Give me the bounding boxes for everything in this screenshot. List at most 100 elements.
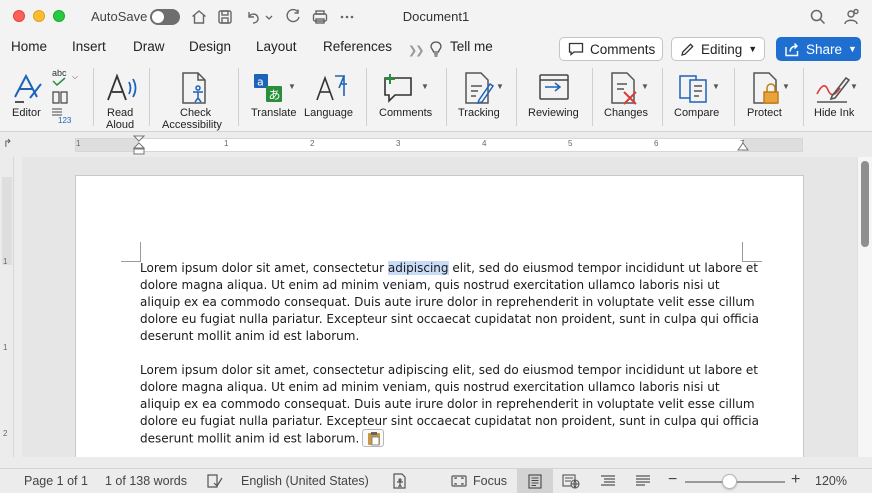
close-window-button[interactable] [13, 10, 25, 22]
zoom-out-button[interactable]: − [668, 471, 677, 489]
protect-group[interactable]: ▼ Protect [744, 66, 796, 128]
more-tabs-chevron-icon[interactable]: ❯❯ [408, 44, 425, 57]
chevron-down-icon[interactable]: ▼ [496, 82, 504, 91]
ribbon-separator [149, 68, 150, 126]
print-layout-view-button[interactable] [517, 469, 553, 493]
tab-insert[interactable]: Insert [72, 39, 106, 54]
vertical-scrollbar[interactable] [857, 157, 872, 457]
undo-dropdown-chevron-icon[interactable] [263, 7, 275, 27]
maximize-window-button[interactable] [53, 10, 65, 22]
tell-me-search[interactable]: Tell me [450, 39, 493, 54]
reviewing-label: Reviewing [528, 107, 579, 119]
selected-text[interactable]: adipiscing [387, 261, 449, 275]
vertical-ruler[interactable]: 1 1 2 [0, 157, 14, 457]
tab-draw[interactable]: Draw [133, 39, 165, 54]
read-aloud-group[interactable]: Read Aloud [100, 66, 144, 131]
chevron-down-icon: ▼ [848, 44, 857, 54]
horizontal-ruler[interactable]: ↱ 1 1 2 3 4 5 6 7 [0, 133, 872, 157]
indent-marker-icon[interactable] [133, 135, 145, 155]
save-icon[interactable] [215, 7, 235, 27]
text-line: dolore eu fugiat nulla pariatur. Excepte… [140, 414, 759, 428]
changes-group[interactable]: ▼ Changes [602, 66, 654, 128]
word-count[interactable]: 1 of 138 words [105, 474, 187, 488]
lightbulb-icon [430, 41, 442, 57]
tab-references[interactable]: References [323, 39, 392, 54]
paste-options-button[interactable] [362, 429, 385, 447]
zoom-slider-thumb[interactable] [721, 474, 737, 489]
comments-ribbon-group[interactable]: ▼ Comments [376, 66, 436, 128]
autosave-toggle[interactable] [150, 9, 180, 25]
reviewing-group[interactable]: Reviewing [526, 66, 582, 128]
text-line: Lorem ipsum dolor sit amet, consectetur … [140, 363, 758, 377]
hide-ink-icon [816, 76, 850, 103]
paragraph[interactable]: Lorem ipsum dolor sit amet, consectetur … [140, 260, 759, 345]
check-accessibility-group[interactable]: Check Accessibility [160, 66, 228, 131]
undo-icon[interactable] [243, 7, 263, 27]
read-aloud-label-line1: Read [107, 107, 134, 119]
ruler-number: 5 [568, 139, 573, 148]
ruler-number: 2 [310, 139, 315, 148]
tab-layout[interactable]: Layout [256, 39, 297, 54]
compare-group[interactable]: ▼ Compare [672, 66, 726, 128]
ruler-bar[interactable]: 1 1 2 3 4 5 6 7 [75, 138, 803, 152]
chevron-down-icon[interactable]: ▼ [641, 82, 649, 91]
language-status[interactable]: English (United States) [241, 474, 369, 488]
comments-button[interactable]: Comments [559, 37, 663, 61]
editor-icon[interactable] [10, 70, 46, 106]
zoom-in-button[interactable]: + [791, 471, 800, 489]
vruler-number: 2 [3, 429, 8, 438]
translate-group[interactable]: a あ ▼ Translate [248, 66, 300, 128]
language-group[interactable]: Language [302, 66, 358, 128]
reviewing-pane-icon [539, 74, 569, 100]
account-icon[interactable] [841, 7, 861, 27]
minimize-window-button[interactable] [33, 10, 45, 22]
share-icon [785, 42, 799, 56]
text-line: dolore eu fugiat nulla pariatur. Excepte… [140, 312, 759, 326]
chevron-down-icon[interactable]: ▼ [782, 82, 790, 91]
ruler-number: 1 [224, 139, 229, 148]
new-comment-icon [384, 74, 412, 103]
chevron-down-icon[interactable]: ▼ [288, 82, 296, 91]
focus-mode-button[interactable]: Focus [473, 474, 507, 488]
check-accessibility-line2: Accessibility [162, 119, 222, 131]
chevron-down-icon[interactable]: ▼ [421, 82, 429, 91]
outline-view-icon[interactable] [599, 473, 617, 489]
focus-icon[interactable] [450, 473, 468, 489]
home-icon[interactable] [189, 7, 209, 27]
word-count-icon[interactable]: 123 [58, 116, 71, 125]
clipboard-icon [368, 432, 381, 446]
proofing-icon[interactable] [206, 473, 224, 489]
scrollbar-thumb[interactable] [861, 161, 869, 247]
right-indent-marker-icon[interactable] [737, 141, 749, 151]
tab-home[interactable]: Home [11, 39, 47, 54]
thesaurus-book-icon[interactable] [52, 90, 68, 104]
chevron-down-icon[interactable]: ▼ [712, 82, 720, 91]
left-margin-shade [76, 139, 139, 151]
text-line: aliquip ex ea commodo consequat. Duis au… [140, 295, 755, 309]
vruler-number: 1 [3, 257, 8, 266]
document-page[interactable]: Lorem ipsum dolor sit amet, consectetur … [75, 175, 804, 457]
search-icon[interactable] [808, 7, 828, 27]
print-icon[interactable] [310, 7, 330, 27]
document-canvas[interactable]: Lorem ipsum dolor sit amet, consectetur … [22, 157, 857, 457]
text-line: Lorem ipsum dolor sit amet, consectetur … [140, 260, 758, 277]
more-icon[interactable] [337, 7, 357, 27]
chevron-down-icon[interactable]: ▼ [850, 82, 858, 91]
page-count[interactable]: Page 1 of 1 [24, 474, 88, 488]
tracking-group[interactable]: ▼ Tracking [456, 66, 510, 128]
redo-icon[interactable] [283, 7, 303, 27]
hide-ink-group[interactable]: ▼ Hide Ink [812, 66, 864, 128]
status-bar: Page 1 of 1 1 of 138 words English (Unit… [0, 468, 872, 493]
share-button[interactable]: Share ▼ [776, 37, 861, 61]
web-layout-icon[interactable] [562, 473, 580, 489]
chevron-down-icon: ▼ [748, 44, 758, 54]
accessibility-status-icon[interactable] [391, 473, 409, 489]
zoom-level[interactable]: 120% [815, 474, 847, 488]
tab-stop-selector-icon[interactable]: ↱ [3, 137, 12, 150]
editing-mode-button[interactable]: Editing ▼ [671, 37, 765, 61]
autosave-label: AutoSave [91, 9, 148, 24]
chevron-down-icon[interactable]: ⌵ [72, 72, 78, 82]
paragraph[interactable]: Lorem ipsum dolor sit amet, consectetur … [140, 362, 759, 448]
draft-view-icon[interactable] [634, 473, 652, 489]
tab-design[interactable]: Design [189, 39, 231, 54]
